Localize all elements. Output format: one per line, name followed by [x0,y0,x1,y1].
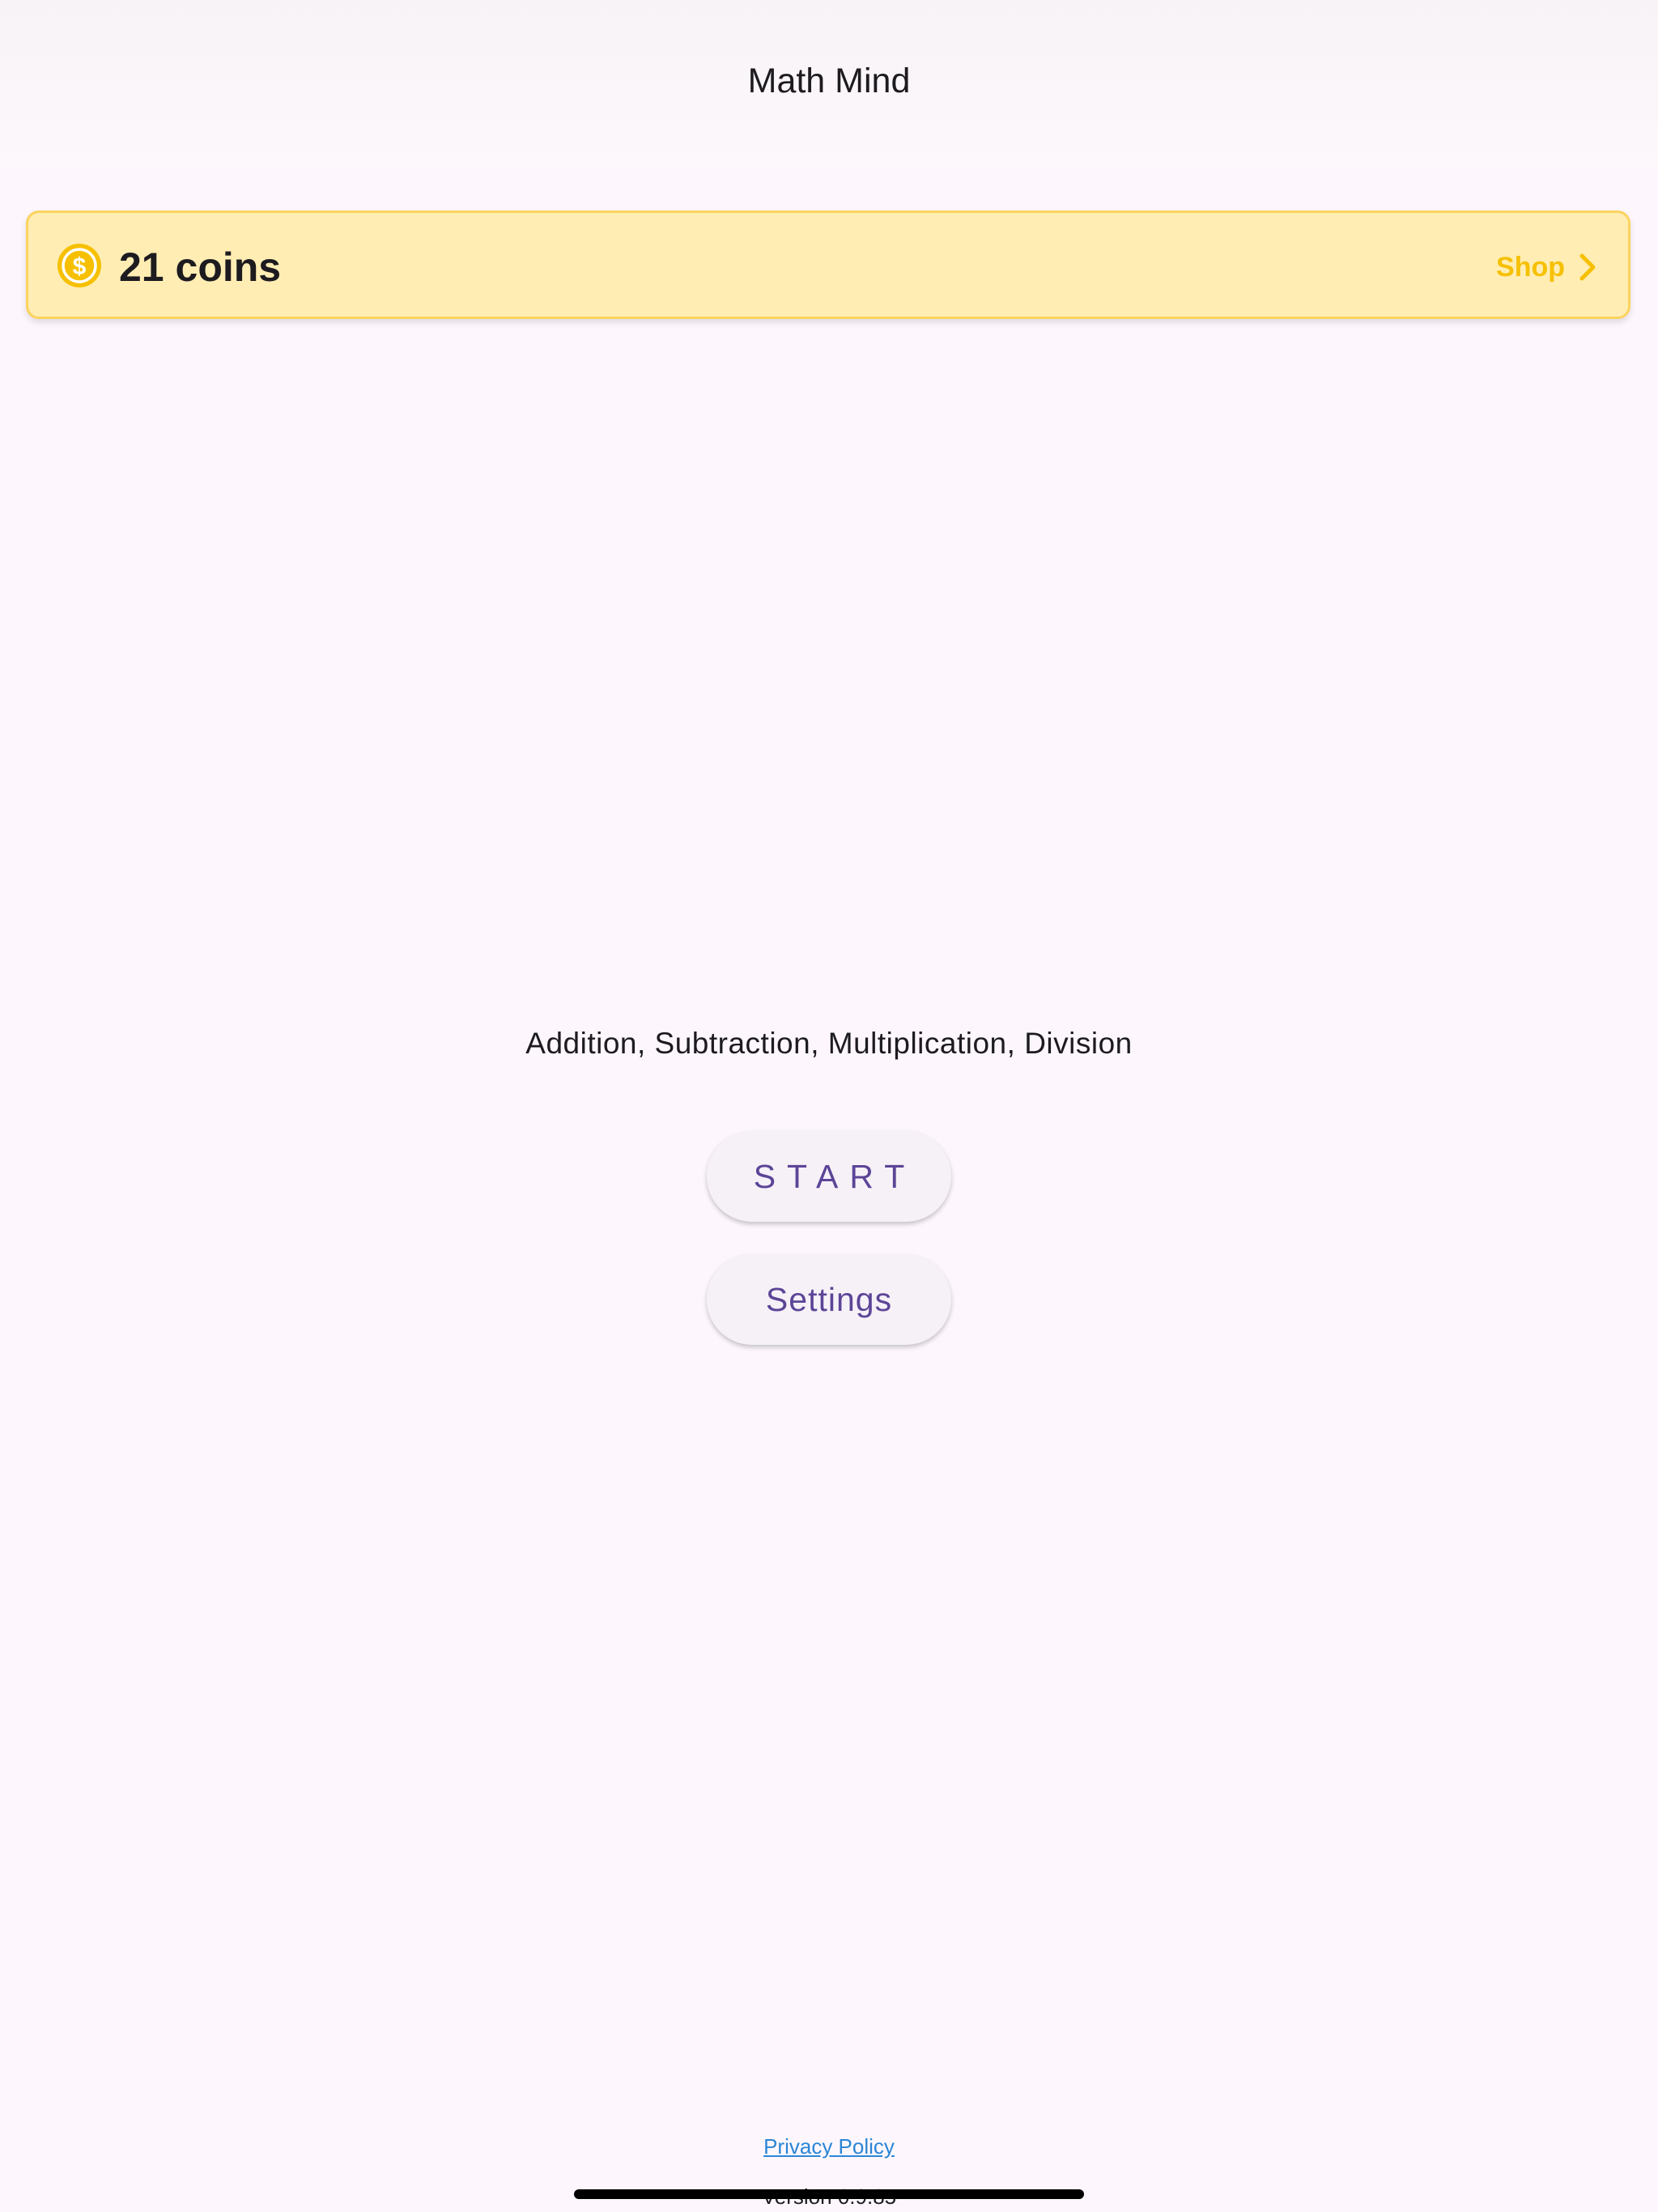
app-title: Math Mind [747,62,911,100]
shop-link[interactable]: Shop [1496,245,1599,289]
dollar-coin-icon: $ [57,244,101,287]
shop-label: Shop [1496,251,1565,283]
coins-count: 21 coins [119,245,282,290]
start-button[interactable]: START [707,1131,951,1222]
coins-banner: $ 21 coins Shop [26,211,1630,319]
settings-button[interactable]: Settings [707,1254,951,1345]
privacy-policy-link[interactable]: Privacy Policy [0,2134,1658,2159]
svg-text:$: $ [73,253,87,280]
chevron-right-icon [1579,253,1596,281]
app-bar: Math Mind [0,0,1658,170]
home-indicator [574,2189,1084,2199]
operations-summary: Addition, Subtraction, Multiplication, D… [525,1027,1133,1060]
